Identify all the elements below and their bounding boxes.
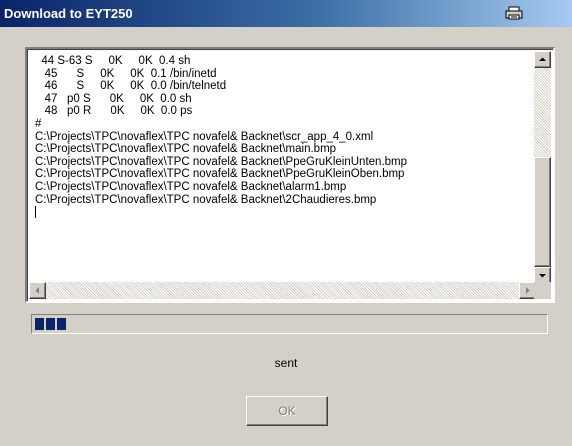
log-line: #	[35, 117, 42, 130]
title-bar[interactable]: Download to EYT250	[0, 0, 572, 27]
text-caret	[35, 206, 36, 219]
log-line: C:\Projects\TPC\novaflex\TPC novafel& Ba…	[35, 193, 377, 206]
vertical-scrollbar[interactable]	[534, 51, 551, 284]
arrow-left-icon	[35, 287, 39, 294]
progress-block	[35, 318, 44, 330]
log-line: 46 S 0K 0K 0.0 /bin/telnetd	[35, 80, 227, 93]
scroll-left-button[interactable]	[29, 282, 46, 299]
log-line: C:\Projects\TPC\novaflex\TPC novafel& Ba…	[35, 130, 374, 143]
log-line: C:\Projects\TPC\novaflex\TPC novafel& Ba…	[35, 168, 405, 181]
scrollbar-corner	[534, 282, 551, 299]
log-line: C:\Projects\TPC\novaflex\TPC novafel& Ba…	[35, 180, 347, 193]
log-line: 48 p0 R 0K 0K 0.0 ps	[35, 105, 193, 118]
arrow-down-icon	[539, 274, 546, 278]
horizontal-scrollbar[interactable]	[29, 282, 536, 299]
ok-button[interactable]: OK	[246, 396, 328, 426]
download-dialog: Download to EYT250 44 S-63 S 0K 0K 0.4 s…	[0, 0, 572, 446]
arrow-up-icon	[539, 57, 546, 61]
window-title: Download to EYT250	[4, 6, 133, 21]
status-text: sent	[274, 356, 298, 370]
log-text-area[interactable]: 44 S-63 S 0K 0K 0.4 sh 45 S 0K 0K 0.1 /b…	[35, 55, 525, 285]
log-line: 47 p0 S 0K 0K 0.0 sh	[35, 92, 192, 105]
progress-block	[46, 318, 55, 330]
progress-bar	[31, 314, 548, 334]
log-line: 45 S 0K 0K 0.1 /bin/inetd	[35, 67, 217, 80]
log-line: 44 S-63 S 0K 0K 0.4 sh	[35, 55, 191, 67]
log-line: C:\Projects\TPC\novaflex\TPC novafel& Ba…	[35, 155, 408, 168]
printer-icon[interactable]	[505, 6, 523, 20]
progress-block	[57, 318, 66, 330]
arrow-right-icon	[526, 287, 530, 294]
log-line: C:\Projects\TPC\novaflex\TPC novafel& Ba…	[35, 143, 337, 156]
scroll-up-button[interactable]	[534, 51, 551, 68]
output-log[interactable]: 44 S-63 S 0K 0K 0.4 sh 45 S 0K 0K 0.1 /b…	[25, 47, 555, 303]
vertical-scroll-thumb[interactable]	[534, 157, 551, 267]
